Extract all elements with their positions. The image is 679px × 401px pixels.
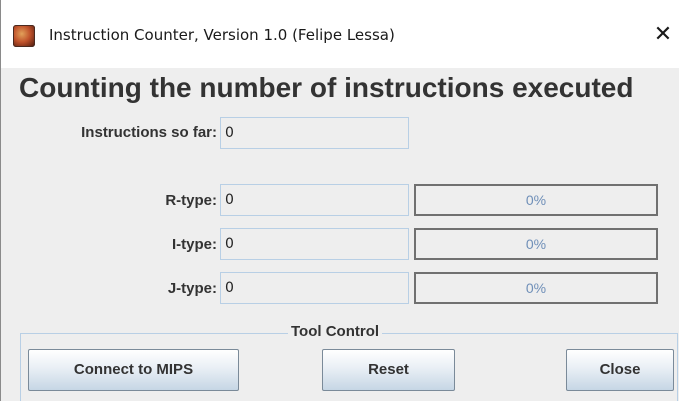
r-type-percent: 0% (525, 192, 547, 208)
close-icon[interactable]: ✕ (649, 21, 677, 49)
reset-button[interactable]: Reset (322, 349, 455, 391)
j-type-progress-bar: 0% (414, 272, 658, 304)
tool-control-title: Tool Control (288, 322, 383, 342)
instruction-counter-window: Instruction Counter, Version 1.0 (Felipe… (0, 0, 679, 401)
j-type-field[interactable] (220, 272, 409, 304)
i-type-field[interactable] (220, 228, 409, 260)
r-type-field[interactable] (220, 184, 409, 216)
r-type-label: R-type: (165, 192, 217, 209)
j-type-label: J-type: (167, 280, 217, 297)
i-type-progress-bar: 0% (414, 228, 658, 260)
close-button[interactable]: Close (566, 349, 674, 391)
i-type-label: I-type: (172, 236, 217, 253)
window-title: Instruction Counter, Version 1.0 (Felipe… (49, 26, 395, 44)
j-type-percent: 0% (525, 280, 547, 296)
r-type-progress-bar: 0% (414, 184, 658, 216)
title-bar[interactable]: Instruction Counter, Version 1.0 (Felipe… (1, 0, 679, 68)
i-type-percent: 0% (525, 236, 547, 252)
instructions-so-far-label: Instructions so far: (81, 124, 217, 141)
mars-planet-icon (13, 25, 35, 47)
page-title: Counting the number of instructions exec… (19, 72, 634, 103)
instructions-so-far-field[interactable] (220, 117, 409, 149)
connect-to-mips-button[interactable]: Connect to MIPS (28, 349, 239, 391)
